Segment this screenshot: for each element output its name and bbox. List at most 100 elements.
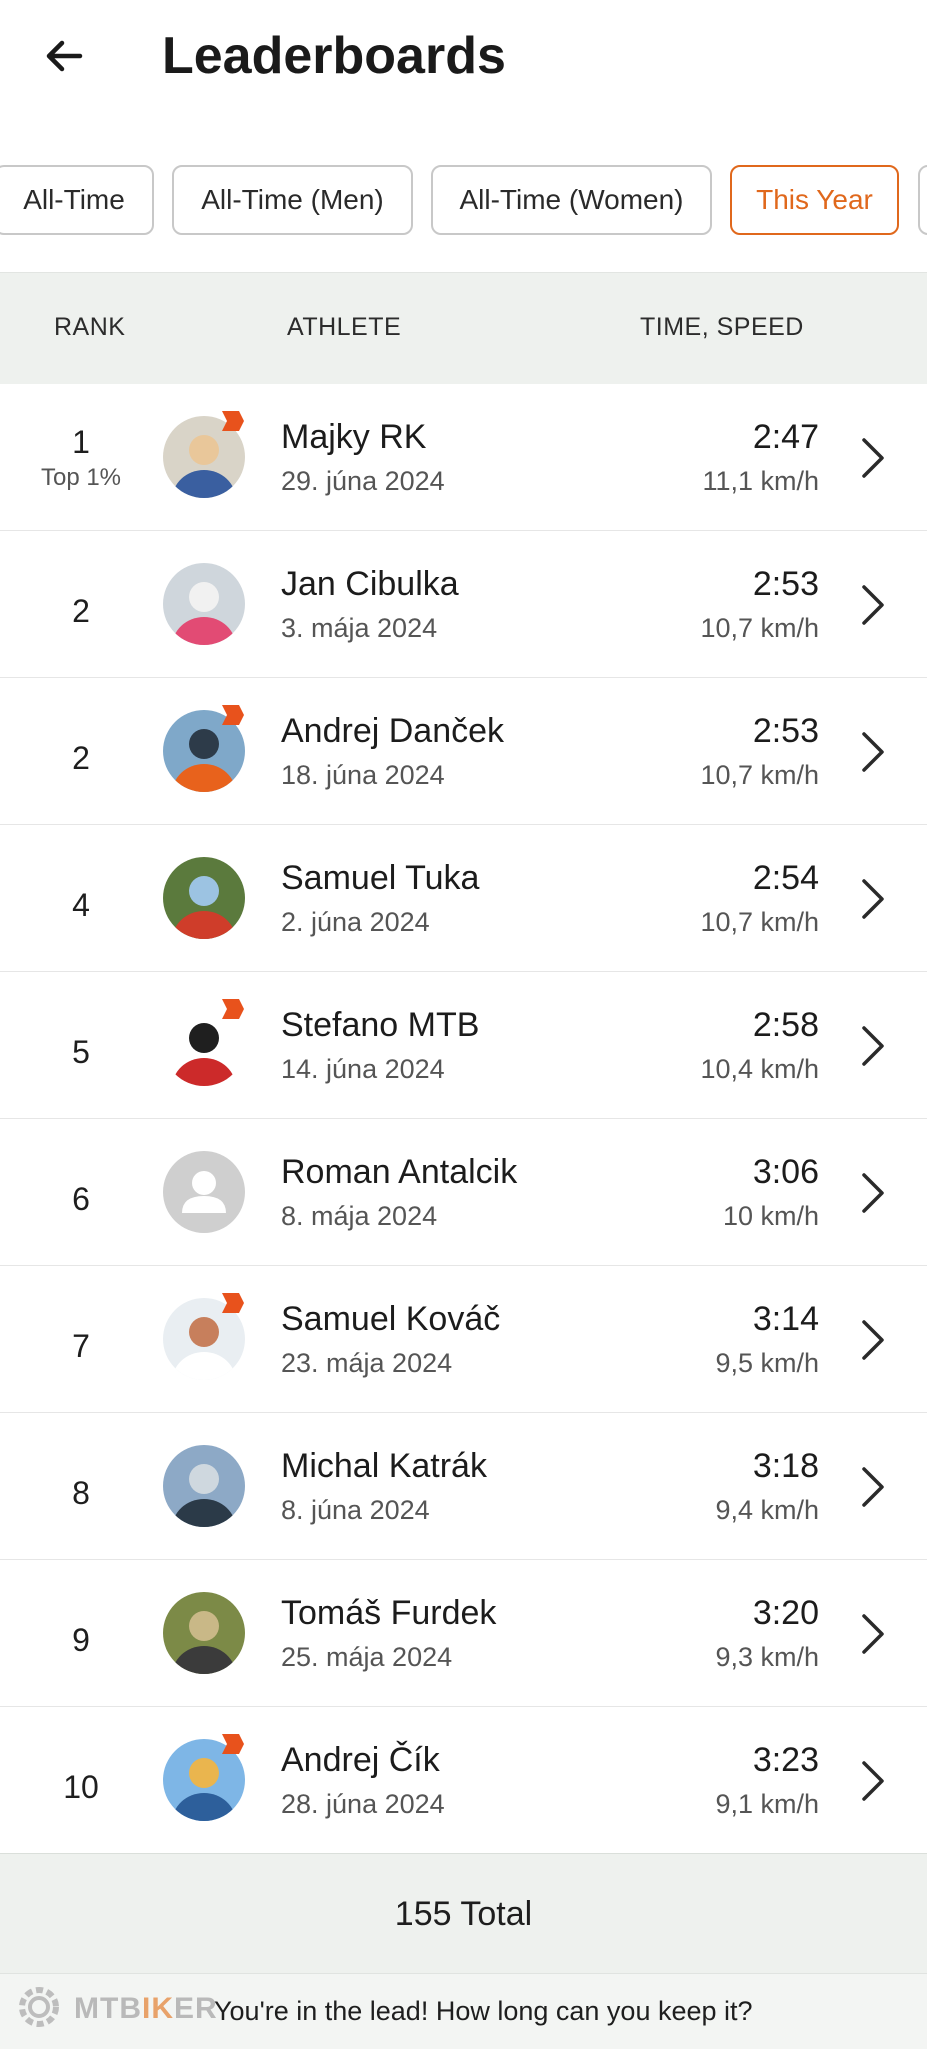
effort-date: 28. júna 2024: [281, 1789, 445, 1819]
rank-number: 2: [72, 740, 90, 776]
leaderboard-row[interactable]: 7 Samuel Kováč 23. mája 2024 3:14 9,5 km/h: [0, 1266, 927, 1414]
back-button[interactable]: [28, 20, 100, 92]
chevron-right-icon: [862, 438, 884, 478]
filter-all-time-women[interactable]: All-Time (Women): [431, 165, 712, 235]
leaderboard-row[interactable]: 4 Samuel Tuka 2. júna 2024 2:54 10,7 km/h: [0, 825, 927, 973]
app-header: Leaderboards: [0, 0, 927, 131]
subscriber-badge-icon: [222, 1734, 244, 1754]
subscriber-badge-icon: [222, 999, 244, 1019]
watermark-logo: MTBIKER: [74, 1992, 218, 2025]
filter-all-time-men[interactable]: All-Time (Men): [172, 165, 413, 235]
chevron-right-icon: [862, 732, 884, 772]
leaderboard-row[interactable]: 5 Stefano MTB 14. júna 2024 2:58 10,4 km/h: [0, 972, 927, 1120]
effort-speed: 10,7 km/h: [700, 760, 819, 790]
filter-this-year[interactable]: This Year: [730, 165, 899, 235]
effort-time: 2:53: [752, 712, 819, 750]
leaderboard-row[interactable]: 6 Roman Antalcik 8. mája 2024 3:06 10 km/h: [0, 1119, 927, 1267]
effort-date: 3. mája 2024: [281, 613, 438, 643]
lead-banner: MTBIKER You're in the lead! How long can…: [0, 1973, 927, 2049]
athlete-name: Samuel Tuka: [281, 859, 480, 897]
effort-time: 2:53: [752, 565, 819, 603]
rank-number: 1: [72, 424, 90, 460]
leaderboard-row[interactable]: 10 Andrej Čík 28. júna 2024 3:23 9,1 km/h: [0, 1707, 927, 1855]
filter-all-time[interactable]: All-Time: [0, 165, 154, 235]
avatar: [163, 1592, 245, 1674]
effort-speed: 10 km/h: [722, 1201, 819, 1231]
chevron-right-icon: [862, 1320, 884, 1360]
effort-time: 3:23: [752, 1741, 819, 1779]
avatar: [163, 563, 245, 645]
athlete-name: Jan Cibulka: [281, 565, 459, 603]
chevron-right-icon: [862, 1467, 884, 1507]
athlete-name: Andrej Čík: [281, 1741, 440, 1779]
chevron-right-icon: [862, 1026, 884, 1066]
athlete-name: Andrej Danček: [281, 712, 505, 750]
effort-speed: 9,1 km/h: [715, 1789, 819, 1819]
leaderboard-row[interactable]: 2 Andrej Danček 18. júna 2024 2:53 10,7 km/…: [0, 678, 927, 826]
rank-number: 5: [72, 1034, 90, 1070]
effort-date: 23. mája 2024: [281, 1348, 453, 1378]
effort-speed: 10,4 km/h: [700, 1054, 819, 1084]
rank-number: 4: [72, 887, 90, 923]
effort-speed: 10,7 km/h: [700, 907, 819, 937]
athlete-name: Roman Antalcik: [281, 1153, 518, 1191]
effort-speed: 9,4 km/h: [715, 1495, 819, 1525]
avatar: [163, 857, 245, 939]
effort-time: 2:54: [752, 859, 819, 897]
subscriber-badge-icon: [222, 411, 244, 431]
leaderboard-row[interactable]: 1 Top 1% Majky RK 29. júna 2024 2:47 11,1 km…: [0, 384, 927, 532]
rank-number: 2: [72, 593, 90, 629]
page-title: Leaderboards: [162, 27, 506, 85]
arrow-left-icon: [46, 40, 83, 72]
effort-date: 25. mája 2024: [281, 1642, 453, 1672]
effort-date: 14. júna 2024: [281, 1054, 445, 1084]
effort-date: 8. júna 2024: [281, 1495, 430, 1525]
leaderboard-row[interactable]: 2 Jan Cibulka 3. mája 2024 2:53 10,7 km/h: [0, 531, 927, 679]
lead-message: You're in the lead! How long can you kee…: [214, 1996, 753, 2026]
effort-date: 18. júna 2024: [281, 760, 445, 790]
effort-date: 29. júna 2024: [281, 466, 445, 496]
effort-time: 3:14: [752, 1300, 819, 1338]
rank-number: 7: [72, 1328, 90, 1364]
rank-number: 9: [72, 1622, 90, 1658]
column-rank: RANK: [54, 313, 126, 341]
column-athlete: ATHLETE: [287, 313, 402, 341]
gear-icon: [19, 1987, 59, 2027]
effort-speed: 10,7 km/h: [700, 613, 819, 643]
rank-number: 8: [72, 1475, 90, 1511]
effort-speed: 11,1 km/h: [702, 466, 819, 496]
leaderboard-row[interactable]: 9 Tomáš Furdek 25. mája 2024 3:20 9,3 km/h: [0, 1560, 927, 1708]
filter-chip-bar[interactable]: All-Time All-Time (Men) All-Time (Women)…: [0, 130, 927, 272]
effort-time: 3:20: [752, 1594, 819, 1632]
effort-speed: 9,3 km/h: [715, 1642, 819, 1672]
avatar: [163, 1445, 245, 1527]
leaderboard-row[interactable]: 8 Michal Katrák 8. júna 2024 3:18 9,4 km/h: [0, 1413, 927, 1561]
athlete-name: Samuel Kováč: [281, 1300, 501, 1338]
chevron-right-icon: [862, 585, 884, 625]
chevron-right-icon: [862, 1614, 884, 1654]
subscriber-badge-icon: [222, 1293, 244, 1313]
filter-next-partial[interactable]: [918, 165, 927, 235]
column-header: RANK ATHLETE TIME, SPEED: [0, 272, 927, 386]
avatar-placeholder: [163, 1151, 245, 1233]
effort-time: 2:58: [752, 1006, 819, 1044]
chevron-right-icon: [862, 1761, 884, 1801]
athlete-name: Majky RK: [281, 418, 427, 456]
rank-number: 6: [72, 1181, 90, 1217]
total-count-label: 155 Total: [394, 1894, 533, 1933]
athlete-name: Stefano MTB: [281, 1006, 480, 1044]
effort-time: 2:47: [752, 418, 819, 456]
effort-date: 2. júna 2024: [281, 907, 430, 937]
effort-date: 8. mája 2024: [281, 1201, 438, 1231]
column-time-speed: TIME, SPEED: [640, 313, 804, 341]
chevron-right-icon: [862, 879, 884, 919]
total-count: 155 Total: [0, 1853, 927, 1974]
chevron-right-icon: [862, 1173, 884, 1213]
athlete-name: Michal Katrák: [281, 1447, 487, 1485]
rank-number: 10: [63, 1769, 99, 1805]
effort-time: 3:18: [752, 1447, 819, 1485]
effort-speed: 9,5 km/h: [715, 1348, 819, 1378]
rank-percentile: Top 1%: [40, 464, 122, 491]
effort-time: 3:06: [752, 1153, 819, 1191]
athlete-name: Tomáš Furdek: [281, 1594, 497, 1632]
